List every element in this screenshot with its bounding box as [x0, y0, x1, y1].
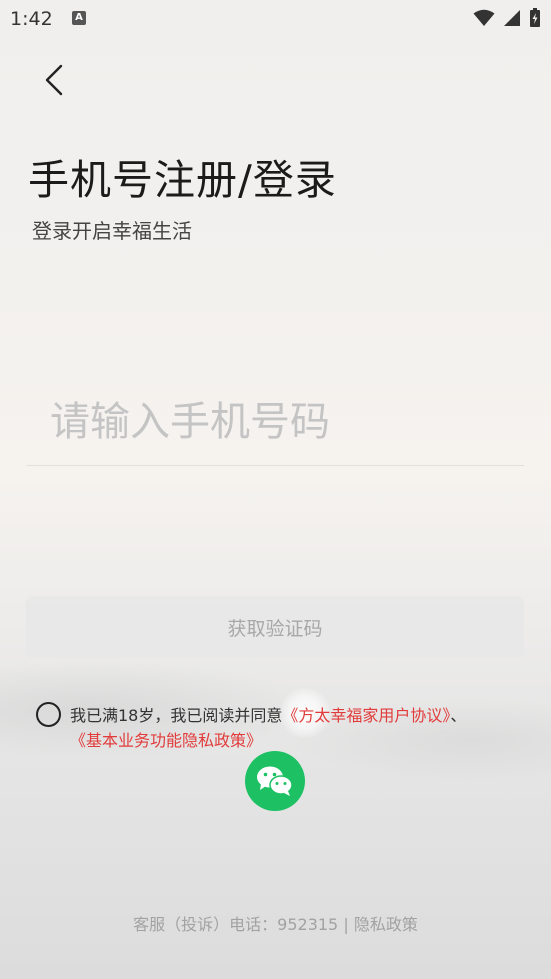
status-bar: 1:42 A: [0, 0, 551, 38]
page-subtitle: 登录开启幸福生活: [32, 219, 192, 243]
customer-service-phone[interactable]: 客服（投诉）电话：952315: [133, 915, 338, 934]
chevron-left-icon: [45, 64, 63, 96]
signal-icon: [504, 10, 520, 26]
footer-divider: |: [343, 915, 349, 934]
phone-number-input[interactable]: [50, 392, 522, 452]
back-button[interactable]: [36, 56, 76, 104]
battery-charging-icon: [530, 8, 540, 27]
footer-privacy-link[interactable]: 隐私政策: [354, 915, 418, 934]
agreement-separator: 、: [450, 706, 467, 725]
user-agreement-link[interactable]: 《方太幸福家用户协议》: [282, 706, 450, 725]
input-underline: [26, 465, 524, 466]
agreement-prefix: 我已满18岁，我已阅读并同意: [70, 706, 283, 725]
get-verification-code-button[interactable]: 获取验证码: [26, 596, 524, 658]
notification-icon: A: [72, 11, 86, 25]
wifi-icon: [473, 9, 495, 26]
wechat-icon: [257, 766, 293, 796]
wechat-login-button[interactable]: [245, 751, 305, 811]
get-verification-code-label: 获取验证码: [227, 617, 323, 640]
system-icons: [473, 8, 541, 28]
footer: 客服（投诉）电话：952315 | 隐私政策: [0, 911, 551, 935]
page-title: 手机号注册/登录: [28, 156, 337, 204]
agreement-checkbox[interactable]: [36, 702, 61, 727]
status-time: 1:42: [10, 8, 53, 30]
agreement-text: 我已满18岁，我已阅读并同意《方太幸福家用户协议》、《基本业务功能隐私政策》: [70, 703, 530, 753]
privacy-policy-link[interactable]: 《基本业务功能隐私政策》: [70, 731, 262, 750]
